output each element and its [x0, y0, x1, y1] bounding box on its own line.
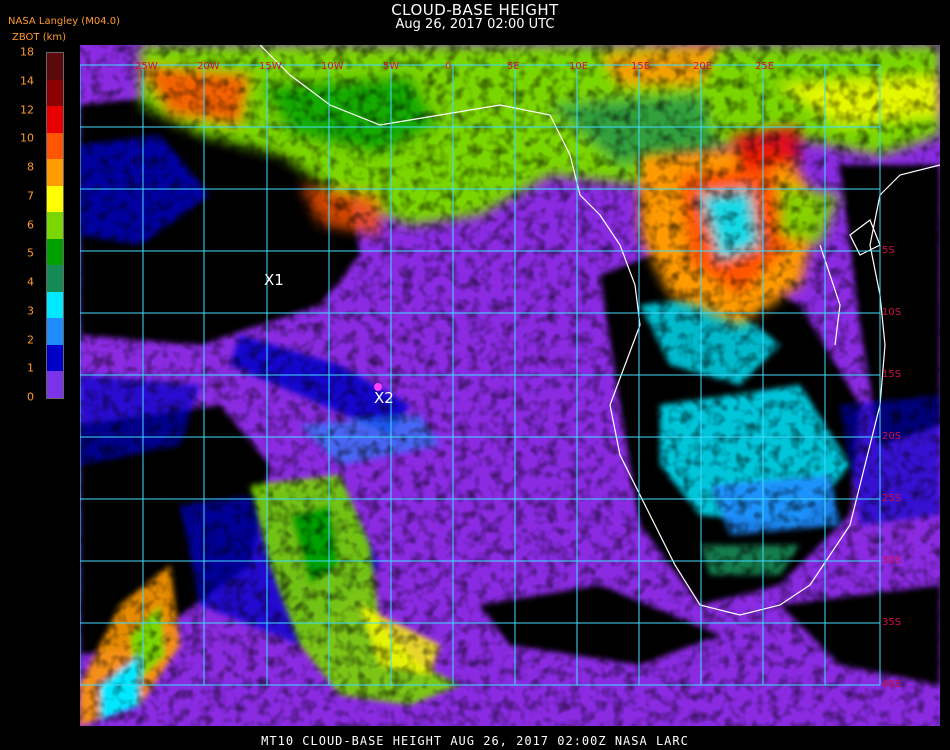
- chart-subtitle: Aug 26, 2017 02:00 UTC: [395, 17, 555, 32]
- colorbar-segment: [47, 371, 63, 399]
- lat-label: 10S: [882, 307, 901, 318]
- colorbar-label: 7: [27, 189, 34, 203]
- colorbar: [46, 52, 64, 399]
- lat-label: 15S: [882, 369, 901, 380]
- lat-label: 5S: [882, 245, 895, 256]
- lon-label: 25E: [755, 61, 774, 72]
- lon-label: 0: [445, 61, 451, 72]
- speckle-texture: [80, 45, 940, 726]
- colorbar-segment: [47, 212, 63, 240]
- lat-label: 40S: [882, 679, 901, 690]
- lat-label: 20S: [882, 431, 901, 442]
- map-panel: 25W 20W 15W 10W 5W 0 5E 10E 15E 20E 25E 5S 10S 15S 20S…: [80, 45, 940, 726]
- colorbar-label: 0: [27, 390, 34, 404]
- colorbar-segment: [47, 238, 63, 266]
- colorbar-label: 1: [27, 361, 34, 375]
- colorbar-segment: [47, 318, 63, 346]
- colorbar-segment: [47, 79, 63, 107]
- lon-label: 15E: [631, 61, 650, 72]
- colorbar-segment: [47, 106, 63, 134]
- lon-label: 10E: [569, 61, 588, 72]
- colorbar-label: 8: [27, 160, 34, 174]
- footer-caption: MT10 CLOUD-BASE HEIGHT AUG 26, 2017 02:0…: [261, 734, 689, 748]
- lon-label: 20E: [693, 61, 712, 72]
- colorbar-label: 18: [20, 45, 34, 59]
- colorbar-label: 10: [20, 131, 34, 145]
- colorbar-segment: [47, 53, 63, 81]
- lon-label: 25W: [135, 61, 158, 72]
- lon-label: 5E: [507, 61, 520, 72]
- lon-label: 5W: [383, 61, 399, 72]
- marker-x2-label: X2: [374, 389, 394, 407]
- colorbar-segment: [47, 291, 63, 319]
- colorbar-label: 6: [27, 218, 34, 231]
- colorbar-segment: [47, 132, 63, 160]
- lon-label: 15W: [259, 61, 282, 72]
- lat-label: 30S: [882, 555, 901, 566]
- marker-x1-label: X1: [264, 271, 284, 289]
- colorbar-label: 3: [27, 304, 34, 318]
- lon-label: 20W: [197, 61, 220, 72]
- colorbar-segment: [47, 185, 63, 213]
- colorbar-segment: [47, 344, 63, 372]
- colorbar-label: 12: [20, 103, 34, 116]
- colorbar-label: 2: [27, 333, 34, 346]
- lat-label: 35S: [882, 617, 901, 628]
- colorbar-segment: [47, 265, 63, 293]
- provider-label: NASA Langley (M04.0): [8, 16, 120, 27]
- units-label: ZBOT (km): [12, 32, 67, 43]
- chart-title: CLOUD-BASE HEIGHT: [391, 1, 559, 19]
- colorbar-segment: [47, 159, 63, 187]
- marker-x1: X1: [264, 271, 284, 289]
- colorbar-label: 14: [20, 74, 34, 88]
- lat-label: 25S: [882, 493, 901, 504]
- lon-label: 10W: [321, 61, 344, 72]
- colorbar-label: 4: [27, 275, 34, 289]
- colorbar-label: 5: [27, 246, 34, 260]
- map-svg: 25W 20W 15W 10W 5W 0 5E 10E 15E 20E 25E 5S 10S 15S 20S…: [80, 45, 940, 726]
